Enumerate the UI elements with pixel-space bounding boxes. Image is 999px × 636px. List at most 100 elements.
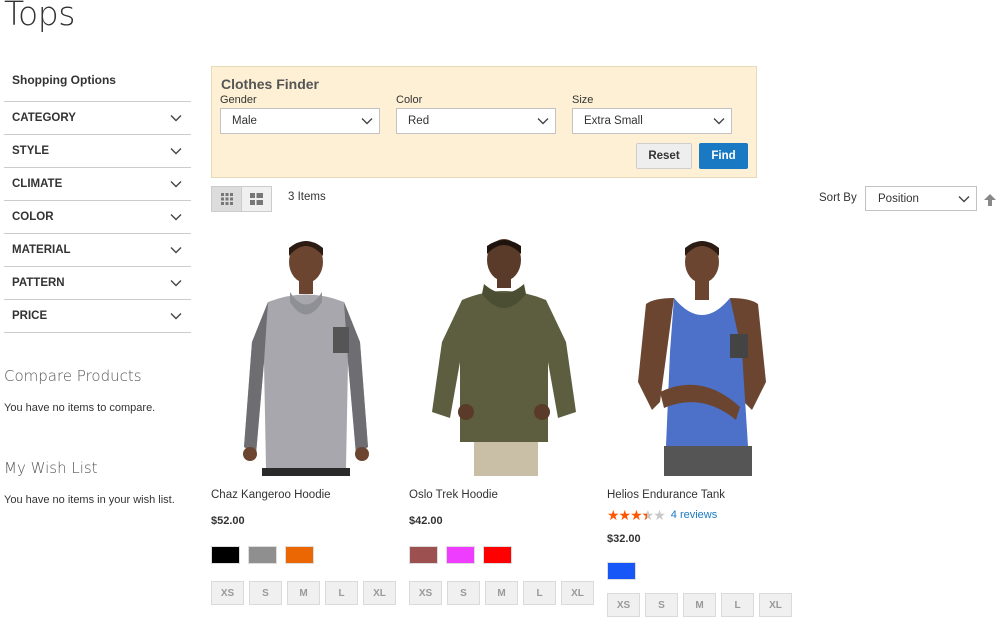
product-name[interactable]: Chaz Kangeroo Hoodie: [211, 489, 401, 501]
product-image[interactable]: [228, 232, 384, 476]
size-swatch[interactable]: XL: [561, 581, 594, 605]
product-price: $42.00: [409, 515, 443, 527]
chevron-down-icon: [958, 195, 970, 202]
filter-climate[interactable]: CLIMATE: [4, 167, 191, 200]
filter-label: MATERIAL: [12, 244, 71, 256]
reviews-link[interactable]: 4 reviews: [671, 509, 717, 521]
list-view-button[interactable]: [241, 187, 271, 211]
product-card: Oslo Trek Hoodie $42.00 XS S M L XL: [409, 232, 599, 605]
product-name[interactable]: Oslo Trek Hoodie: [409, 489, 599, 501]
filter-label: CATEGORY: [12, 112, 76, 124]
sidebar: Shopping Options CATEGORY STYLE CLIMATE …: [4, 68, 191, 333]
chevron-down-icon: [170, 148, 182, 155]
filter-pattern[interactable]: PATTERN: [4, 266, 191, 299]
chevron-down-icon: [170, 181, 182, 188]
size-swatch[interactable]: S: [645, 593, 678, 617]
filter-style[interactable]: STYLE: [4, 134, 191, 167]
chevron-down-icon: [170, 313, 182, 320]
chevron-down-icon: [170, 247, 182, 254]
grid-view-button[interactable]: [212, 187, 242, 211]
filter-label: PRICE: [12, 310, 48, 322]
compare-title: Compare Products: [4, 367, 142, 385]
filter-label: PATTERN: [12, 277, 65, 289]
filter-label: COLOR: [12, 211, 54, 223]
size-swatch[interactable]: XL: [759, 593, 792, 617]
list-icon: [250, 193, 264, 205]
item-count: 3 Items: [288, 191, 326, 203]
find-button[interactable]: Find: [699, 143, 748, 169]
chevron-down-icon: [170, 214, 182, 221]
color-swatch[interactable]: [446, 546, 475, 564]
compare-empty-text: You have no items to compare.: [4, 402, 156, 414]
gender-field: Gender Male: [220, 94, 380, 134]
wishlist-empty-text: You have no items in your wish list.: [4, 494, 175, 506]
size-swatch[interactable]: L: [721, 593, 754, 617]
size-swatch[interactable]: S: [447, 581, 480, 605]
size-swatch[interactable]: L: [325, 581, 358, 605]
clothes-finder: Clothes Finder Gender Male Color Red Siz…: [211, 66, 757, 178]
filter-label: CLIMATE: [12, 178, 63, 190]
size-swatch[interactable]: M: [683, 593, 716, 617]
color-swatch[interactable]: [285, 546, 314, 564]
size-swatches: XS S M L XL: [607, 593, 797, 617]
filter-list: CATEGORY STYLE CLIMATE COLOR MATERIAL PA…: [4, 101, 191, 333]
size-swatch[interactable]: S: [249, 581, 282, 605]
chevron-down-icon: [537, 118, 549, 125]
sort-value: Position: [878, 192, 919, 205]
size-swatches: XS S M L XL: [211, 581, 401, 605]
reset-button[interactable]: Reset: [636, 143, 692, 169]
filter-material[interactable]: MATERIAL: [4, 233, 191, 266]
size-swatch[interactable]: XL: [363, 581, 396, 605]
grid-icon: [220, 193, 233, 205]
finder-title: Clothes Finder: [221, 76, 320, 92]
sort-select[interactable]: Position: [865, 186, 977, 211]
shopping-options-title: Shopping Options: [12, 73, 116, 87]
product-card: Helios Endurance Tank ★★★★★★ 4 reviews $…: [607, 232, 797, 617]
size-swatch[interactable]: XS: [607, 593, 640, 617]
color-swatches: [409, 546, 599, 564]
gender-value: Male: [232, 115, 257, 127]
product-card: Chaz Kangeroo Hoodie $52.00 XS S M L XL: [211, 232, 401, 605]
product-rating: ★★★★★★ 4 reviews: [607, 508, 797, 522]
chevron-down-icon: [170, 115, 182, 122]
product-price: $52.00: [211, 515, 245, 527]
size-label: Size: [572, 94, 594, 106]
color-label: Color: [396, 94, 423, 106]
product-image[interactable]: [624, 232, 780, 476]
filter-category[interactable]: CATEGORY: [4, 101, 191, 134]
product-image[interactable]: [426, 232, 582, 476]
color-select[interactable]: Red: [396, 108, 556, 134]
filter-color[interactable]: COLOR: [4, 200, 191, 233]
size-swatch[interactable]: M: [287, 581, 320, 605]
chevron-down-icon: [361, 118, 373, 125]
size-value: Extra Small: [584, 115, 643, 127]
color-swatches: [211, 546, 401, 564]
sort-label: Sort By: [819, 192, 857, 204]
size-swatch[interactable]: XS: [409, 581, 442, 605]
size-swatch[interactable]: L: [523, 581, 556, 605]
chevron-down-icon: [713, 118, 725, 125]
chevron-down-icon: [170, 280, 182, 287]
color-swatch[interactable]: [483, 546, 512, 564]
gender-select[interactable]: Male: [220, 108, 380, 134]
size-field: Size Extra Small: [572, 94, 732, 134]
size-select[interactable]: Extra Small: [572, 108, 732, 134]
gender-label: Gender: [220, 94, 257, 106]
color-swatch[interactable]: [211, 546, 240, 564]
size-swatch[interactable]: XS: [211, 581, 244, 605]
compare-block: Compare Products You have no items to co…: [4, 367, 155, 414]
sort-direction-arrow-up-icon[interactable]: [984, 194, 996, 206]
view-mode-switcher: [211, 186, 272, 212]
color-swatch[interactable]: [607, 562, 636, 580]
color-value: Red: [408, 115, 430, 127]
wishlist-block: My Wish List You have no items in your w…: [4, 459, 175, 506]
color-swatches: [607, 562, 797, 580]
product-name[interactable]: Helios Endurance Tank: [607, 489, 797, 501]
filter-price[interactable]: PRICE: [4, 299, 191, 332]
size-swatches: XS S M L XL: [409, 581, 599, 605]
product-price: $32.00: [607, 533, 641, 545]
color-swatch[interactable]: [409, 546, 438, 564]
size-swatch[interactable]: M: [485, 581, 518, 605]
rating-stars-icon: ★★★★★★: [607, 507, 666, 523]
color-swatch[interactable]: [248, 546, 277, 564]
